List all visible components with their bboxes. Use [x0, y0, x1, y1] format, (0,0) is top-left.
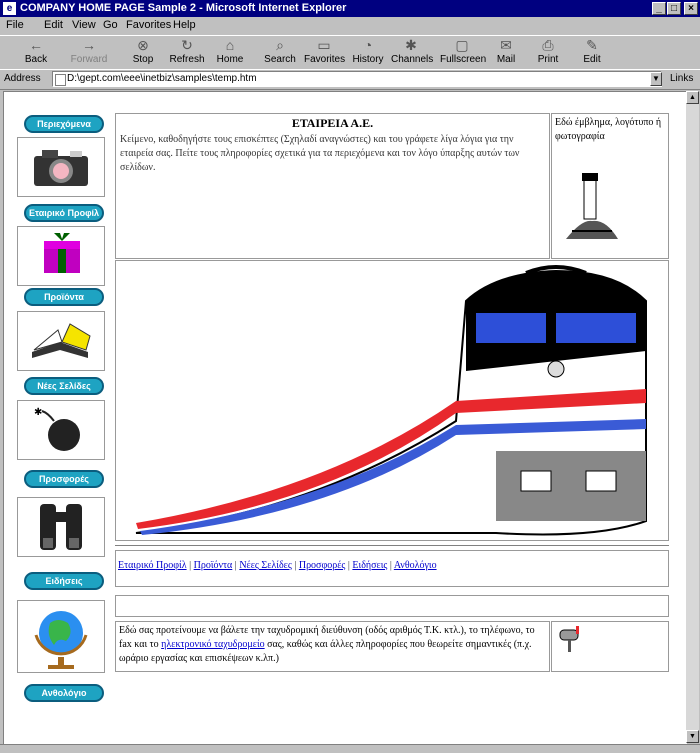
mail-icon: ✉: [500, 37, 512, 53]
search-icon: ⌕: [276, 37, 284, 53]
nav-button-profile[interactable]: Εταιρικό Προφίλ: [24, 204, 104, 222]
back-button[interactable]: ← Back: [18, 37, 54, 67]
company-title: ΕΤΑΙΡΕΙΑ Α.Ε.: [291, 116, 374, 130]
bomb-icon: ✱: [17, 400, 105, 460]
back-label: Back: [24, 54, 48, 65]
fullscreen-button[interactable]: ▢ Fullscreen: [440, 37, 487, 67]
menu-help[interactable]: Help: [173, 17, 196, 34]
vertical-scrollbar[interactable]: ▲ ▼: [686, 91, 699, 743]
channels-label: Channels: [391, 54, 434, 65]
history-label: History: [352, 54, 384, 65]
mail-label: Mail: [496, 54, 516, 65]
forward-button[interactable]: → Forward: [66, 37, 112, 67]
home-button[interactable]: ⌂ Home: [212, 37, 248, 67]
logo-placeholder-text: Εδώ έμβλημα, λογότυπο ή φωτογραφία: [555, 117, 662, 142]
favorites-button[interactable]: ▭ Favorites: [304, 37, 346, 67]
address-bar: Address D:\gept.com\eee\inetbiz\samples\…: [0, 69, 700, 90]
edit-icon: ✎: [586, 37, 598, 53]
fullscreen-icon: ▢: [455, 37, 469, 53]
nav-link-news[interactable]: Ειδήσεις: [352, 560, 387, 571]
edit-label: Edit: [583, 54, 601, 65]
menu-go[interactable]: Go: [103, 17, 118, 34]
history-button[interactable]: ◔ History: [350, 37, 386, 67]
refresh-label: Refresh: [169, 54, 205, 65]
intro-cell: ΕΤΑΙΡΕΙΑ Α.Ε. Κείμενο, καθοδηγήστε τους …: [115, 113, 550, 259]
favorites-label: Favorites: [304, 54, 346, 65]
binoculars-icon: [17, 497, 105, 557]
nav-button-contents[interactable]: Περιεχόμενα: [24, 115, 104, 133]
menu-favorites[interactable]: Favorites: [126, 17, 171, 34]
nav-link-products[interactable]: Προϊόντα: [194, 560, 233, 571]
menu-file[interactable]: File: [6, 17, 24, 34]
address-input[interactable]: D:\gept.com\eee\inetbiz\samples\temp.htm: [52, 71, 662, 87]
fullscreen-label: Fullscreen: [440, 54, 487, 65]
address-label: Address: [4, 73, 41, 84]
refresh-icon: ↻: [181, 37, 193, 53]
home-label: Home: [216, 54, 244, 65]
edit-button[interactable]: ✎ Edit: [576, 37, 608, 67]
contact-cell: Εδώ σας προτείνουμε να βάλετε την ταχυδρ…: [115, 621, 550, 672]
printer-icon: ⎙: [542, 37, 554, 53]
channels-button[interactable]: ✱ Channels: [391, 37, 434, 67]
mail-button[interactable]: ✉ Mail: [490, 37, 522, 67]
nav-link-offers[interactable]: Προσφορές: [299, 560, 346, 571]
scroll-up-arrow-icon[interactable]: ▲: [686, 91, 699, 104]
links-button[interactable]: Links: [670, 73, 693, 84]
favorites-folder-icon: ▭: [317, 37, 331, 53]
nav-link-new-pages[interactable]: Νέες Σελίδες: [239, 560, 292, 571]
mailbox-cell: [551, 621, 669, 672]
stop-button[interactable]: ⊗ Stop: [125, 37, 161, 67]
window-titlebar: e COMPANY HOME PAGE Sample 2 - Microsoft…: [0, 0, 700, 17]
history-icon: ◔: [363, 37, 373, 53]
page-viewport: Περιεχόμενα Εταιρικό Προφίλ Προϊόντα Νέε…: [3, 91, 687, 745]
menu-view[interactable]: View: [72, 17, 96, 34]
close-button[interactable]: ×: [684, 2, 698, 15]
stop-label: Stop: [132, 54, 154, 65]
train-image-cell: [115, 260, 669, 541]
gift-icon: [17, 226, 105, 286]
lighthouse-icon: [566, 173, 618, 239]
search-button[interactable]: ⌕ Search: [262, 37, 298, 67]
address-dropdown-button[interactable]: ▼: [650, 72, 662, 86]
print-label: Print: [537, 54, 559, 65]
forward-arrow-icon: →: [82, 37, 96, 53]
menu-bar: File Edit View Go Favorites Help: [0, 17, 700, 34]
address-value: D:\gept.com\eee\inetbiz\samples\temp.htm: [67, 73, 257, 84]
toolbar: ← Back → Forward ⊗ Stop ↻ Refresh ⌂ Home ⌕ Sea…: [0, 35, 700, 70]
divider: [115, 545, 669, 549]
refresh-button[interactable]: ↻ Refresh: [166, 37, 208, 67]
forward-label: Forward: [70, 54, 108, 65]
maximize-button[interactable]: □: [667, 2, 681, 15]
globe-icon: [17, 600, 105, 673]
email-link[interactable]: ηλεκτρονικό ταχυδρομείο: [161, 639, 264, 650]
nav-button-offers[interactable]: Προσφορές: [24, 470, 104, 488]
nav-link-profile[interactable]: Εταιρικό Προφίλ: [118, 560, 187, 571]
scroll-down-arrow-icon[interactable]: ▼: [686, 730, 699, 743]
back-arrow-icon: ←: [29, 37, 43, 53]
nav-links-row: Εταιρικό Προφίλ | Προϊόντα | Νέες Σελίδε…: [115, 550, 669, 587]
ie-logo-icon: e: [3, 2, 16, 15]
camera-icon: [17, 137, 105, 197]
minimize-button[interactable]: _: [652, 2, 666, 15]
search-label: Search: [264, 54, 296, 65]
svg-text:✱: ✱: [34, 407, 42, 418]
nav-link-anthology[interactable]: Ανθολόγιο: [394, 560, 437, 571]
train-icon: [135, 265, 647, 536]
intro-text: Κείμενο, καθοδηγήστε τους επισκέπτες (Σχ…: [120, 134, 520, 173]
nav-button-new-pages[interactable]: Νέες Σελίδες: [24, 377, 104, 395]
book-icon: [17, 311, 105, 371]
empty-row: [115, 595, 669, 617]
mailbox-icon: [559, 626, 579, 652]
nav-button-news[interactable]: Ειδήσεις: [24, 572, 104, 590]
logo-cell: Εδώ έμβλημα, λογότυπο ή φωτογραφία: [551, 113, 669, 259]
page-document-icon: [55, 74, 66, 86]
home-icon: ⌂: [225, 37, 235, 53]
print-button[interactable]: ⎙ Print: [532, 37, 564, 67]
channels-icon: ✱: [405, 37, 417, 53]
window-title: COMPANY HOME PAGE Sample 2 - Microsoft I…: [20, 2, 347, 14]
menu-edit[interactable]: Edit: [44, 17, 63, 34]
nav-button-products[interactable]: Προϊόντα: [24, 288, 104, 306]
stop-icon: ⊗: [137, 37, 149, 53]
nav-button-anthology[interactable]: Ανθολόγιο: [24, 684, 104, 702]
